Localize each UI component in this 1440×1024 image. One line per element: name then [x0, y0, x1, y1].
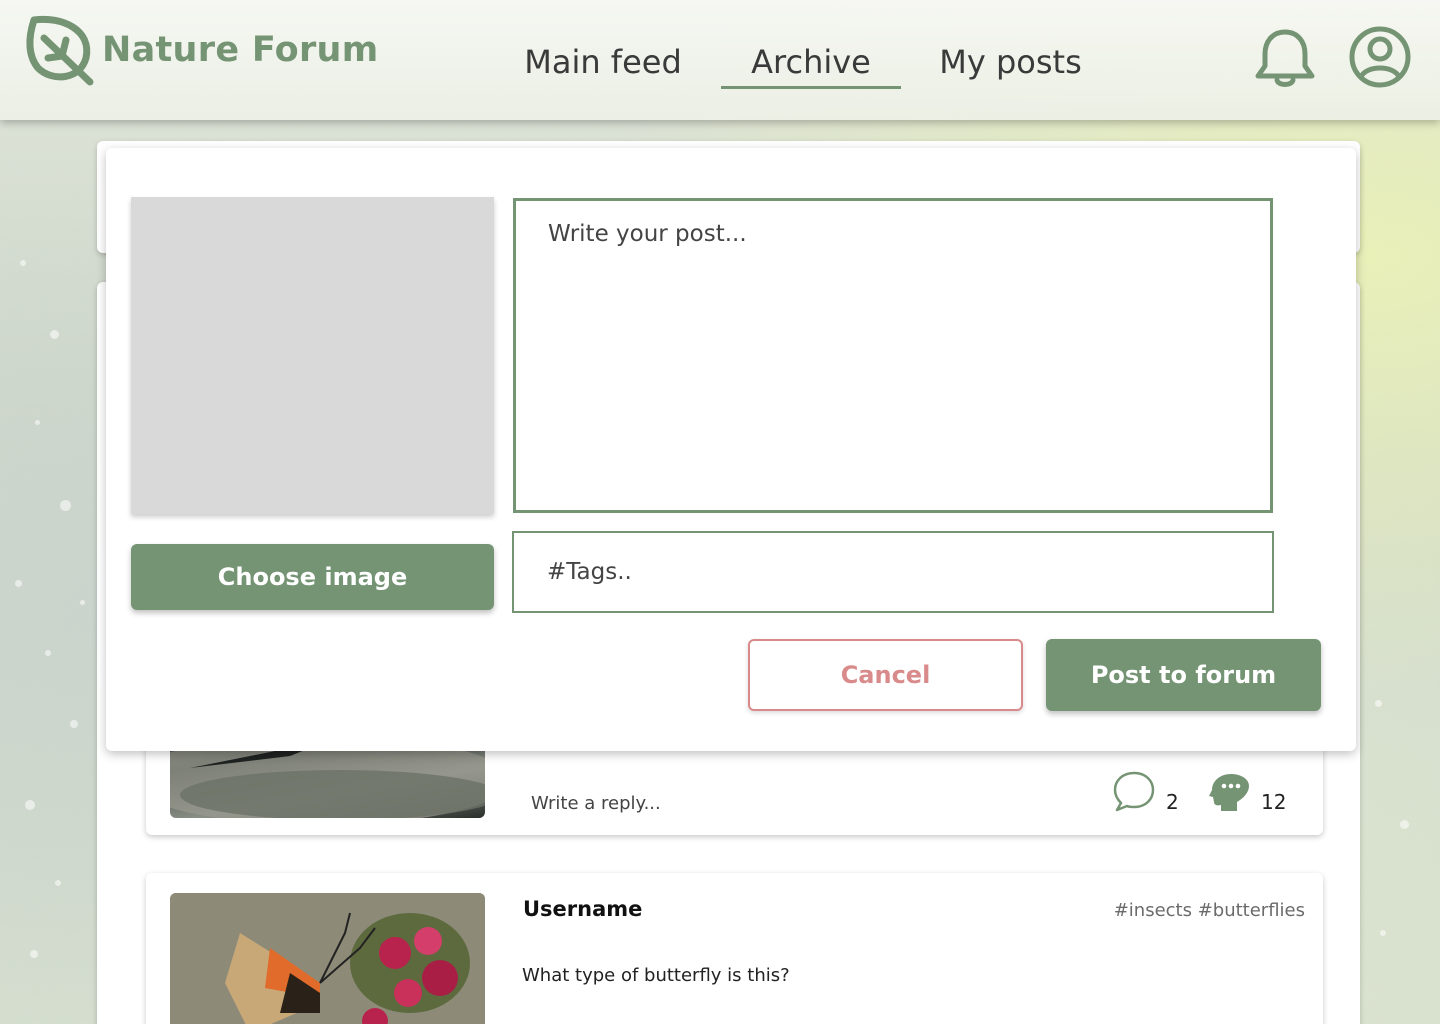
- choose-image-button[interactable]: Choose image: [131, 544, 494, 610]
- bell-icon[interactable]: [1252, 26, 1318, 92]
- top-header: Nature Forum Main feed Archive My posts: [0, 0, 1440, 120]
- post-tags[interactable]: #insects #butterflies: [1114, 900, 1305, 921]
- likes-count: 12: [1261, 790, 1287, 814]
- reply-input[interactable]: Write a reply...: [531, 793, 661, 814]
- post-to-forum-button[interactable]: Post to forum: [1046, 639, 1321, 711]
- nav-my-posts[interactable]: My posts: [938, 40, 1083, 84]
- butterfly-photo: [170, 893, 485, 1024]
- new-post-modal: Choose image Cancel Post to forum: [106, 148, 1356, 751]
- post-text-input[interactable]: [513, 198, 1273, 513]
- tags-input[interactable]: [512, 531, 1274, 613]
- post-text: What type of butterfly is this?: [522, 965, 790, 986]
- comment-icon[interactable]: [1112, 770, 1156, 812]
- nav-archive[interactable]: Archive: [721, 40, 901, 89]
- post-username[interactable]: Username: [523, 897, 642, 921]
- feed-post: Username #insects #butterflies What type…: [146, 873, 1323, 1024]
- cancel-button[interactable]: Cancel: [748, 639, 1023, 711]
- comment-count: 2: [1166, 790, 1179, 814]
- main-nav: Main feed Archive My posts: [0, 40, 1440, 100]
- image-preview-placeholder: [131, 197, 494, 514]
- user-avatar-icon[interactable]: [1348, 25, 1412, 89]
- nav-main-feed[interactable]: Main feed: [522, 40, 684, 84]
- post-photo[interactable]: [170, 893, 485, 1024]
- head-chat-icon[interactable]: [1209, 772, 1251, 812]
